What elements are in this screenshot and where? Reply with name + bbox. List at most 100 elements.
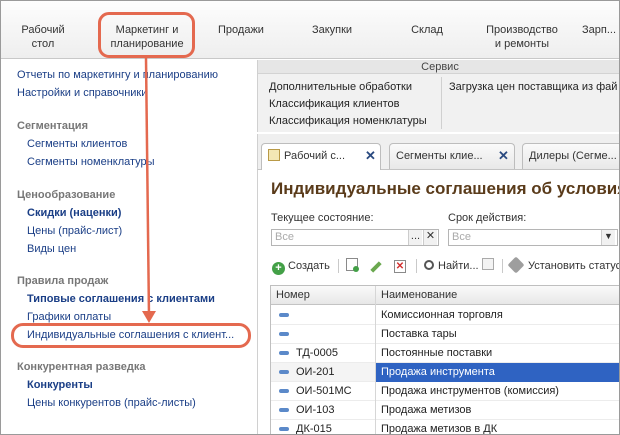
cell-name: Поставка тары [381, 328, 457, 340]
cell-number [291, 306, 375, 325]
section-warehouse[interactable]: Склад [394, 23, 460, 37]
state-label: Текущее состояние: [271, 212, 374, 224]
table-header: Номер Наименование [271, 286, 619, 305]
marketing-highlight-outline [98, 12, 195, 58]
cell-number: ОИ-103 [296, 404, 335, 416]
tab-client-segments[interactable]: Сегменты клие... ✕ [389, 143, 515, 169]
service-divider [441, 77, 442, 129]
find-button[interactable]: Найти... [424, 258, 479, 274]
column-header-number[interactable]: Номер [271, 286, 376, 305]
close-icon[interactable]: ✕ [365, 144, 376, 168]
nav-item-discounts[interactable]: Скидки (наценки) [27, 207, 121, 219]
cell-number: ОИ-501МС [296, 385, 352, 397]
plus-icon: + [272, 262, 285, 275]
nav-item-price-types[interactable]: Виды цен [27, 243, 76, 255]
cell-name: Продажа инструментов (комиссия) [381, 385, 559, 397]
state-field[interactable]: Все ... ✕ [271, 229, 439, 246]
section-desktop[interactable]: Рабочий стол [11, 23, 75, 51]
status-icon [507, 256, 525, 274]
cancel-search-button[interactable] [482, 258, 494, 274]
document-status-icon [279, 389, 289, 393]
cell-name: Продажа метизов в ДК [381, 423, 498, 435]
cell-name: Продажа инструмента [376, 363, 619, 382]
term-field[interactable]: Все ▼ [448, 229, 618, 246]
nav-item-standard-agreements[interactable]: Типовые соглашения с клиентами [27, 293, 215, 305]
cancel-search-icon [482, 258, 494, 270]
page-title: Индивидуальные соглашения об условия [271, 179, 620, 198]
set-status-button[interactable]: Установить статус [507, 256, 620, 274]
section-salary[interactable]: Зарп... [582, 23, 619, 37]
nav-group-sales-rules: Правила продаж [17, 275, 109, 287]
term-label: Срок действия: [448, 212, 527, 224]
cell-name: Постоянные поставки [381, 347, 493, 359]
section-sales-label: Продажи [218, 24, 264, 36]
pencil-icon [370, 261, 382, 273]
search-icon [424, 260, 434, 270]
set-status-button-label: Установить статус [528, 260, 620, 272]
table-row[interactable]: Поставка тары [271, 325, 619, 344]
tab-dealers-label: Дилеры (Сегме... [529, 150, 617, 162]
cell-name: Комиссионная торговля [381, 309, 503, 321]
document-status-icon [279, 313, 289, 317]
section-production[interactable]: Производство и ремонты [474, 23, 570, 51]
nav-link-marketing-reports[interactable]: Отчеты по маркетингу и планированию [17, 69, 218, 81]
ellipsis-button[interactable]: ... [408, 230, 422, 245]
toolbar-divider [502, 259, 503, 273]
section-salary-label: Зарп... [582, 24, 617, 36]
nav-item-competitors[interactable]: Конкуренты [27, 379, 93, 391]
tab-desktop-label: Рабочий с... [284, 150, 346, 162]
cell-number [291, 325, 375, 344]
agreements-table: Номер Наименование Комиссионная торговля… [270, 285, 619, 435]
delete-icon: ✕ [394, 260, 406, 273]
tab-desktop[interactable]: Рабочий с... ✕ [261, 143, 381, 170]
toolbar: + Создать ✕ Найти... Установить статус [270, 256, 620, 276]
nav-item-payment-schedules[interactable]: Графики оплаты [27, 311, 111, 323]
cell-name: Продажа метизов [381, 404, 472, 416]
table-row[interactable]: ОИ-201 Продажа инструмента [271, 363, 619, 382]
section-sales[interactable]: Продажи [204, 23, 278, 37]
document-status-icon [279, 427, 289, 431]
section-desktop-label: Рабочий стол [21, 24, 65, 50]
service-link-additional-processing[interactable]: Дополнительные обработки [269, 81, 412, 93]
document-content: Индивидуальные соглашения об условия Тек… [257, 170, 620, 435]
document-status-icon [279, 408, 289, 412]
copy-button[interactable] [346, 258, 359, 274]
tab-dealers[interactable]: Дилеры (Сегме... [522, 143, 619, 169]
service-panel-title: Сервис [258, 60, 619, 74]
create-button[interactable]: + Создать [272, 258, 330, 275]
nav-item-competitor-prices[interactable]: Цены конкурентов (прайс-листы) [27, 397, 196, 409]
nav-link-settings[interactable]: Настройки и справочники [17, 87, 147, 99]
nav-group-competitive-intelligence: Конкурентная разведка [17, 361, 146, 373]
chevron-down-icon[interactable]: ▼ [601, 230, 615, 245]
nav-item-client-segments[interactable]: Сегменты клиентов [27, 138, 127, 150]
section-production-label: Производство и ремонты [486, 24, 558, 50]
app-window: Рабочий стол Маркетинг и планирование Прод… [0, 0, 620, 435]
table-row[interactable]: ОИ-501МС Продажа инструментов (комиссия) [271, 382, 619, 401]
section-warehouse-label: Склад [411, 24, 443, 36]
toolbar-divider [416, 259, 417, 273]
clear-icon[interactable]: ✕ [423, 230, 437, 245]
service-link-supplier-price-import[interactable]: Загрузка цен поставщика из фай [449, 81, 617, 93]
column-header-name[interactable]: Наименование [376, 286, 619, 305]
section-bar: Рабочий стол Маркетинг и планирование Прод… [1, 1, 619, 59]
document-status-icon [279, 332, 289, 336]
table-row[interactable]: Комиссионная торговля [271, 306, 619, 325]
nav-group-pricing: Ценообразование [17, 189, 116, 201]
close-icon[interactable]: ✕ [498, 144, 509, 168]
nav-group-segmentation: Сегментация [17, 120, 88, 132]
nav-item-product-segments[interactable]: Сегменты номенклатуры [27, 156, 155, 168]
delete-button[interactable]: ✕ [394, 258, 406, 274]
nav-item-price-list[interactable]: Цены (прайс-лист) [27, 225, 122, 237]
table-row[interactable]: ТД-0005 Постоянные поставки [271, 344, 619, 363]
section-purchases-label: Закупки [311, 24, 353, 36]
service-link-product-classification[interactable]: Классификация номенклатуры [269, 115, 427, 127]
cell-number: ОИ-201 [296, 366, 335, 378]
cell-number: ТД-0005 [296, 347, 338, 359]
section-purchases[interactable]: Закупки [297, 23, 367, 37]
term-field-placeholder: Все [452, 231, 471, 243]
table-row[interactable]: ДК-015 Продажа метизов в ДК [271, 420, 619, 435]
document-status-icon [279, 351, 289, 355]
service-link-client-classification[interactable]: Классификация клиентов [269, 98, 399, 110]
edit-button[interactable] [370, 258, 382, 274]
table-row[interactable]: ОИ-103 Продажа метизов [271, 401, 619, 420]
